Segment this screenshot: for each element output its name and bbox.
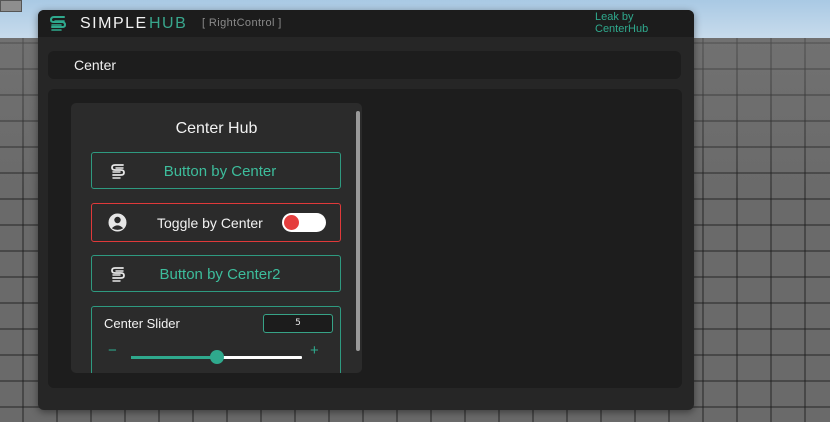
app-title-simple: SIMPLE xyxy=(80,15,148,32)
slider-value-input[interactable]: 5 xyxy=(263,314,333,333)
button-label: Button by Center xyxy=(163,163,277,180)
keybind-hint: [ RightControl ] xyxy=(202,17,282,29)
hub-window: SIMPLE HUB [ RightControl ] Leak by Cent… xyxy=(38,10,694,410)
floor-tile xyxy=(0,0,22,12)
toggle-by-center[interactable]: Toggle by Center xyxy=(91,203,341,242)
user-circle-icon xyxy=(108,213,127,232)
app-title-hub: HUB xyxy=(149,15,188,32)
slider-decrement-button[interactable]: − xyxy=(108,343,117,359)
toggle-label: Toggle by Center xyxy=(157,215,263,231)
toggle-knob xyxy=(284,215,299,230)
toggle-switch[interactable] xyxy=(282,213,326,232)
content-area: Center Hub Button by Center Toggle by Ce… xyxy=(48,89,682,388)
scrollbar[interactable] xyxy=(356,111,360,351)
stacked-s-logo-icon xyxy=(49,16,67,31)
credit-line-2: CenterHub xyxy=(595,23,649,35)
credit-text: Leak by CenterHub xyxy=(595,11,685,35)
section-card: Center Hub Button by Center Toggle by Ce… xyxy=(71,103,362,373)
section-title: Center Hub xyxy=(175,120,258,137)
center-slider: Center Slider 5 − + xyxy=(91,306,341,373)
slider-increment-button[interactable]: + xyxy=(310,343,319,359)
slider-fill xyxy=(131,356,217,359)
button-by-center[interactable]: Button by Center xyxy=(91,152,341,189)
button-label: Button by Center2 xyxy=(159,266,281,283)
tab-center[interactable]: Center xyxy=(74,57,116,73)
title-bar[interactable]: SIMPLE HUB [ RightControl ] Leak by Cent… xyxy=(38,10,694,37)
button-by-center2[interactable]: Button by Center2 xyxy=(91,255,341,292)
slider-track[interactable] xyxy=(131,350,302,364)
slider-label: Center Slider xyxy=(104,316,180,331)
credit-line-1: Leak by xyxy=(595,11,634,23)
slider-thumb[interactable] xyxy=(209,350,224,364)
tab-bar: Center xyxy=(48,51,681,79)
